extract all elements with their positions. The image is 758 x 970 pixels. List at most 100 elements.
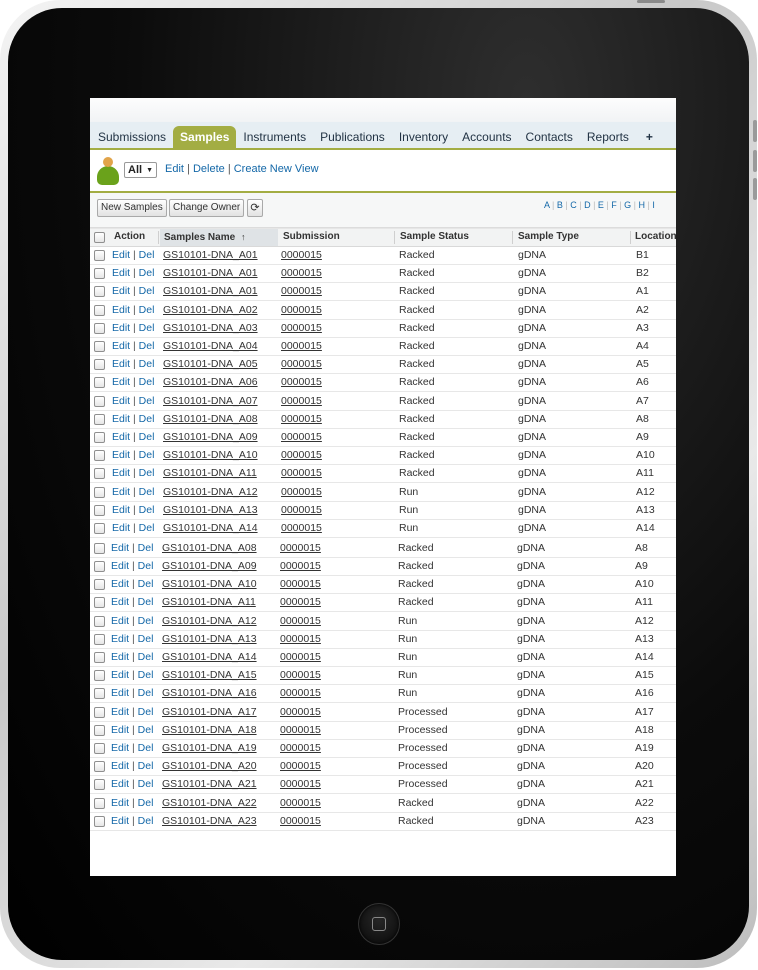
- row-edit-link[interactable]: Edit: [112, 358, 130, 370]
- submission-link[interactable]: 0000015: [280, 778, 321, 790]
- tab-accounts[interactable]: Accounts: [455, 126, 518, 148]
- submission-link[interactable]: 0000015: [280, 797, 321, 809]
- row-checkbox[interactable]: [94, 670, 105, 682]
- submission-link[interactable]: 0000015: [281, 285, 322, 297]
- sample-name-link[interactable]: GS10101-DNA_A03: [163, 322, 258, 334]
- row-edit-link[interactable]: Edit: [111, 542, 129, 554]
- view-select[interactable]: All ▼: [124, 162, 157, 178]
- row-checkbox[interactable]: [94, 742, 105, 754]
- submission-link[interactable]: 0000015: [281, 467, 322, 479]
- row-edit-link[interactable]: Edit: [111, 615, 129, 627]
- submission-link[interactable]: 0000015: [280, 560, 321, 572]
- row-delete-link[interactable]: Del: [139, 285, 155, 297]
- sample-name-link[interactable]: GS10101-DNA_A05: [163, 358, 258, 370]
- submission-link[interactable]: 0000015: [280, 724, 321, 736]
- row-checkbox[interactable]: [94, 615, 105, 627]
- delete-view-link[interactable]: Delete: [193, 163, 225, 175]
- row-edit-link[interactable]: Edit: [112, 322, 130, 334]
- sample-name-link[interactable]: GS10101-DNA_A15: [162, 669, 257, 681]
- row-checkbox[interactable]: [94, 486, 105, 498]
- row-checkbox[interactable]: [94, 395, 105, 407]
- row-delete-link[interactable]: Del: [138, 651, 154, 663]
- submission-link[interactable]: 0000015: [281, 449, 322, 461]
- sample-name-link[interactable]: GS10101-DNA_A17: [162, 706, 257, 718]
- row-delete-link[interactable]: Del: [139, 467, 155, 479]
- row-checkbox[interactable]: [94, 761, 105, 773]
- row-checkbox[interactable]: [94, 322, 105, 334]
- sample-name-link[interactable]: GS10101-DNA_A10: [163, 449, 258, 461]
- row-checkbox[interactable]: [94, 797, 105, 809]
- add-tab-icon[interactable]: +: [636, 126, 660, 148]
- sample-name-link[interactable]: GS10101-DNA_A22: [162, 797, 257, 809]
- row-checkbox[interactable]: [94, 523, 105, 534]
- row-checkbox[interactable]: [94, 432, 105, 443]
- submission-link[interactable]: 0000015: [280, 815, 321, 827]
- row-edit-link[interactable]: Edit: [111, 797, 129, 809]
- column-header-sample-type[interactable]: Sample Type: [518, 231, 579, 242]
- submission-link[interactable]: 0000015: [280, 742, 321, 754]
- row-checkbox[interactable]: [94, 504, 105, 516]
- sample-name-link[interactable]: GS10101-DNA_A21: [162, 778, 257, 790]
- tab-reports[interactable]: Reports: [580, 126, 636, 148]
- row-edit-link[interactable]: Edit: [112, 285, 130, 297]
- sample-name-link[interactable]: GS10101-DNA_A13: [162, 633, 257, 645]
- row-edit-link[interactable]: Edit: [112, 267, 130, 279]
- row-edit-link[interactable]: Edit: [112, 504, 130, 516]
- row-checkbox[interactable]: [94, 815, 105, 827]
- column-header-location[interactable]: Location: [635, 231, 676, 242]
- row-edit-link[interactable]: Edit: [111, 669, 129, 681]
- row-edit-link[interactable]: Edit: [112, 431, 130, 443]
- tab-inventory[interactable]: Inventory: [392, 126, 455, 148]
- row-edit-link[interactable]: Edit: [112, 376, 130, 388]
- row-edit-link[interactable]: Edit: [111, 742, 129, 754]
- row-edit-link[interactable]: Edit: [112, 395, 130, 407]
- row-delete-link[interactable]: Del: [138, 542, 154, 554]
- row-edit-link[interactable]: Edit: [111, 687, 129, 699]
- row-checkbox[interactable]: [94, 450, 105, 462]
- row-edit-link[interactable]: Edit: [111, 596, 129, 608]
- row-checkbox[interactable]: [94, 286, 105, 298]
- sample-name-link[interactable]: GS10101-DNA_A09: [162, 560, 257, 572]
- submission-link[interactable]: 0000015: [280, 542, 321, 554]
- sample-name-link[interactable]: GS10101-DNA_A09: [163, 431, 258, 443]
- submission-link[interactable]: 0000015: [281, 522, 322, 534]
- submission-link[interactable]: 0000015: [281, 376, 322, 388]
- edit-view-link[interactable]: Edit: [165, 163, 184, 175]
- submission-link[interactable]: 0000015: [281, 431, 322, 443]
- row-delete-link[interactable]: Del: [139, 522, 155, 534]
- row-delete-link[interactable]: Del: [139, 358, 155, 370]
- submission-link[interactable]: 0000015: [280, 633, 321, 645]
- row-delete-link[interactable]: Del: [138, 596, 154, 608]
- row-checkbox[interactable]: [94, 341, 105, 352]
- row-edit-link[interactable]: Edit: [111, 760, 129, 772]
- submission-link[interactable]: 0000015: [281, 322, 322, 334]
- row-delete-link[interactable]: Del: [139, 449, 155, 461]
- row-edit-link[interactable]: Edit: [111, 633, 129, 645]
- row-checkbox[interactable]: [94, 268, 105, 280]
- row-delete-link[interactable]: Del: [138, 778, 154, 790]
- row-edit-link[interactable]: Edit: [112, 304, 130, 316]
- row-edit-link[interactable]: Edit: [111, 778, 129, 790]
- sample-name-link[interactable]: GS10101-DNA_A16: [162, 687, 257, 699]
- row-delete-link[interactable]: Del: [139, 413, 155, 425]
- change-owner-button[interactable]: Change Owner: [169, 199, 245, 217]
- sample-name-link[interactable]: GS10101-DNA_A02: [163, 304, 258, 316]
- row-delete-link[interactable]: Del: [138, 815, 154, 827]
- row-checkbox[interactable]: [94, 633, 105, 645]
- row-edit-link[interactable]: Edit: [111, 578, 129, 590]
- submission-link[interactable]: 0000015: [280, 706, 321, 718]
- sample-name-link[interactable]: GS10101-DNA_A14: [163, 522, 258, 534]
- row-edit-link[interactable]: Edit: [111, 724, 129, 736]
- row-checkbox[interactable]: [94, 304, 105, 316]
- sample-name-link[interactable]: GS10101-DNA_A01: [163, 249, 258, 261]
- row-edit-link[interactable]: Edit: [112, 467, 130, 479]
- sample-name-link[interactable]: GS10101-DNA_A07: [163, 395, 258, 407]
- row-checkbox[interactable]: [94, 359, 105, 371]
- row-delete-link[interactable]: Del: [139, 322, 155, 334]
- row-delete-link[interactable]: Del: [138, 687, 154, 699]
- row-checkbox[interactable]: [94, 724, 105, 736]
- row-delete-link[interactable]: Del: [138, 742, 154, 754]
- row-checkbox[interactable]: [94, 250, 105, 261]
- sample-name-link[interactable]: GS10101-DNA_A04: [163, 340, 258, 352]
- submission-link[interactable]: 0000015: [280, 651, 321, 663]
